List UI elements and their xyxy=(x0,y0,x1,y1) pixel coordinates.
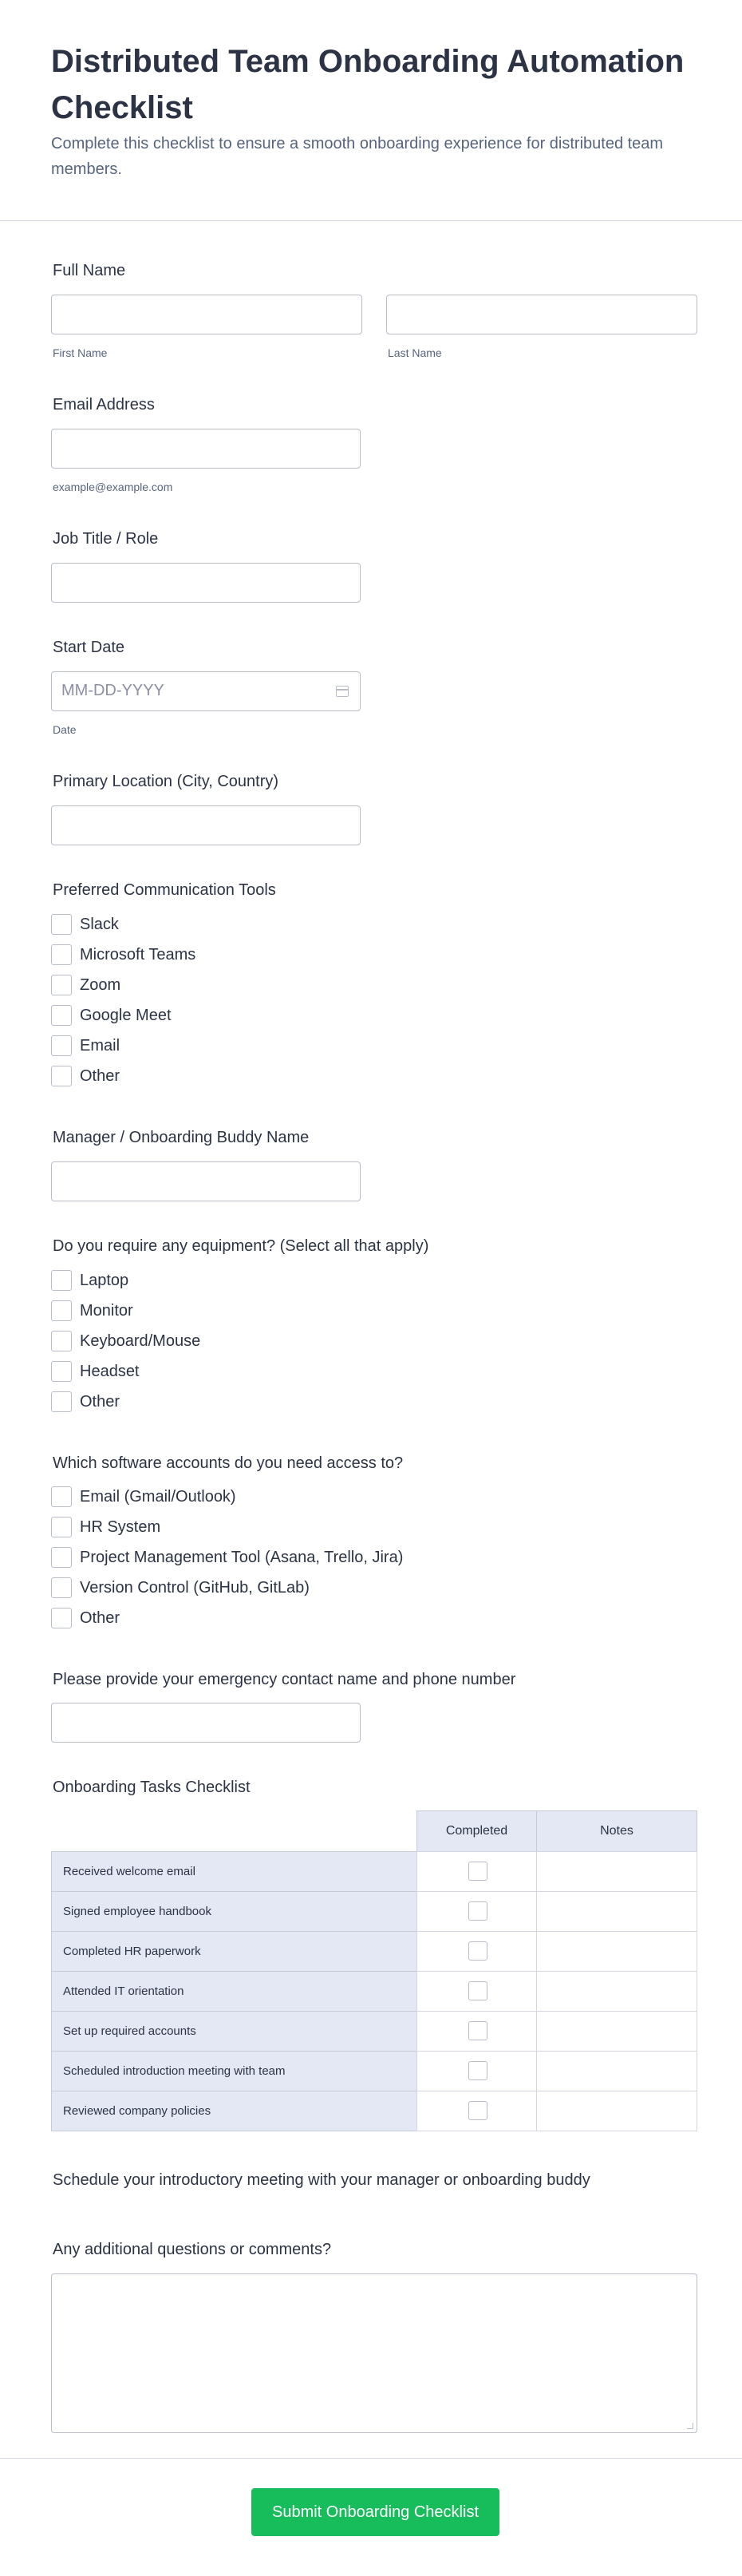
first-name-input[interactable] xyxy=(51,295,362,334)
option-label: Other xyxy=(80,1393,120,1411)
matrix-row-label: Attended IT orientation xyxy=(51,1971,417,2012)
footer-divider xyxy=(0,2458,742,2459)
location-input[interactable] xyxy=(51,805,361,845)
email-sublabel: example@example.com xyxy=(53,481,173,493)
first-name-sublabel: First Name xyxy=(53,346,108,359)
matrix-cell-completed xyxy=(416,1971,537,2012)
matrix-column-header: Completed xyxy=(416,1810,537,1852)
manager-input[interactable] xyxy=(51,1161,361,1201)
matrix-row-label: Received welcome email xyxy=(51,1851,417,1892)
checkbox[interactable] xyxy=(51,1517,72,1537)
matrix-row-label: Signed employee handbook xyxy=(51,1891,417,1932)
option-label: Email (Gmail/Outlook) xyxy=(80,1488,236,1506)
start-date-label: Start Date xyxy=(53,639,125,656)
checkbox[interactable] xyxy=(468,2101,487,2120)
checkbox[interactable] xyxy=(468,1901,487,1921)
option-label: Slack xyxy=(80,916,119,933)
matrix-cell-completed xyxy=(416,1851,537,1892)
checkbox[interactable] xyxy=(468,2021,487,2040)
manager-label: Manager / Onboarding Buddy Name xyxy=(53,1129,310,1146)
email-input[interactable] xyxy=(51,429,361,469)
comments-label: Any additional questions or comments? xyxy=(53,2241,332,2258)
matrix-row-label: Scheduled introduction meeting with team xyxy=(51,2051,417,2091)
start-date-sublabel: Date xyxy=(53,723,77,736)
option-label: Project Management Tool (Asana, Trello, … xyxy=(80,1549,404,1566)
checkbox[interactable] xyxy=(51,1577,72,1598)
checkbox[interactable] xyxy=(51,1270,72,1291)
checkbox[interactable] xyxy=(51,1361,72,1382)
matrix-cell-completed xyxy=(416,1931,537,1972)
checkbox[interactable] xyxy=(51,914,72,935)
comm-tools-label: Preferred Communication Tools xyxy=(53,881,276,899)
last-name-sublabel: Last Name xyxy=(388,346,442,359)
matrix-cell-completed xyxy=(416,2091,537,2131)
checkbox[interactable] xyxy=(51,1066,72,1086)
matrix-row-label: Reviewed company policies xyxy=(51,2091,417,2131)
last-name-input[interactable] xyxy=(386,295,697,334)
form-subtitle: Complete this checklist to ensure a smoo… xyxy=(51,135,664,178)
form-header: Distributed Team Onboarding Automation C… xyxy=(0,0,742,221)
job-title-input[interactable] xyxy=(51,563,361,603)
matrix-cell-notes[interactable] xyxy=(536,2011,697,2052)
form-title: Distributed Team Onboarding Automation C… xyxy=(51,44,685,125)
matrix-cell-completed xyxy=(416,1891,537,1932)
matrix-cell-completed xyxy=(416,2011,537,2052)
matrix-cell-notes[interactable] xyxy=(536,2091,697,2131)
calendar-icon[interactable] xyxy=(336,686,349,697)
matrix-cell-completed xyxy=(416,2051,537,2091)
checkbox[interactable] xyxy=(468,1862,487,1881)
checkbox[interactable] xyxy=(51,1608,72,1628)
resize-handle-icon[interactable] xyxy=(687,2423,693,2429)
emergency-input[interactable] xyxy=(51,1703,361,1743)
matrix-cell-notes[interactable] xyxy=(536,1891,697,1932)
option-label: Monitor xyxy=(80,1302,133,1320)
checkbox[interactable] xyxy=(468,1941,487,1961)
checkbox[interactable] xyxy=(51,1486,72,1507)
option-label: Version Control (GitHub, GitLab) xyxy=(80,1579,310,1597)
matrix-cell-notes[interactable] xyxy=(536,1851,697,1892)
checkbox[interactable] xyxy=(51,1005,72,1026)
checkbox[interactable] xyxy=(51,1391,72,1412)
submit-button[interactable]: Submit Onboarding Checklist xyxy=(251,2488,499,2536)
option-label: Email xyxy=(80,1037,120,1055)
matrix-row-label: Set up required accounts xyxy=(51,2011,417,2052)
checkbox[interactable] xyxy=(51,1331,72,1351)
location-label: Primary Location (City, Country) xyxy=(53,773,279,790)
option-label: Headset xyxy=(80,1363,140,1380)
software-label: Which software accounts do you need acce… xyxy=(53,1454,404,1472)
start-date-placeholder: MM-DD-YYYY xyxy=(61,682,164,699)
matrix-cell-notes[interactable] xyxy=(536,2051,697,2091)
option-label: Laptop xyxy=(80,1272,129,1289)
option-label: Keyboard/Mouse xyxy=(80,1332,201,1350)
option-label: Zoom xyxy=(80,976,121,994)
option-label: Microsoft Teams xyxy=(80,946,196,964)
matrix-cell-notes[interactable] xyxy=(536,1931,697,1972)
checkbox[interactable] xyxy=(468,1981,487,2000)
tasks-label: Onboarding Tasks Checklist xyxy=(53,1779,251,1796)
equipment-label: Do you require any equipment? (Select al… xyxy=(53,1237,429,1255)
option-label: Other xyxy=(80,1609,120,1627)
checkbox[interactable] xyxy=(51,944,72,965)
checkbox[interactable] xyxy=(51,1300,72,1321)
option-label: HR System xyxy=(80,1518,161,1536)
start-date-input[interactable]: MM-DD-YYYY xyxy=(51,671,361,711)
checkbox[interactable] xyxy=(468,2061,487,2080)
emergency-label: Please provide your emergency contact na… xyxy=(53,1671,516,1688)
checkbox[interactable] xyxy=(51,1547,72,1568)
schedule-label: Schedule your introductory meeting with … xyxy=(53,2171,590,2189)
matrix-row-label: Completed HR paperwork xyxy=(51,1931,417,1972)
option-label: Google Meet xyxy=(80,1007,172,1024)
checkbox[interactable] xyxy=(51,975,72,995)
comments-textarea[interactable] xyxy=(51,2273,697,2433)
matrix-cell-notes[interactable] xyxy=(536,1971,697,2012)
full-name-label: Full Name xyxy=(53,262,126,279)
matrix-column-header: Notes xyxy=(536,1810,697,1852)
job-title-label: Job Title / Role xyxy=(53,530,159,548)
checkbox[interactable] xyxy=(51,1035,72,1056)
email-label: Email Address xyxy=(53,396,155,414)
option-label: Other xyxy=(80,1067,120,1085)
